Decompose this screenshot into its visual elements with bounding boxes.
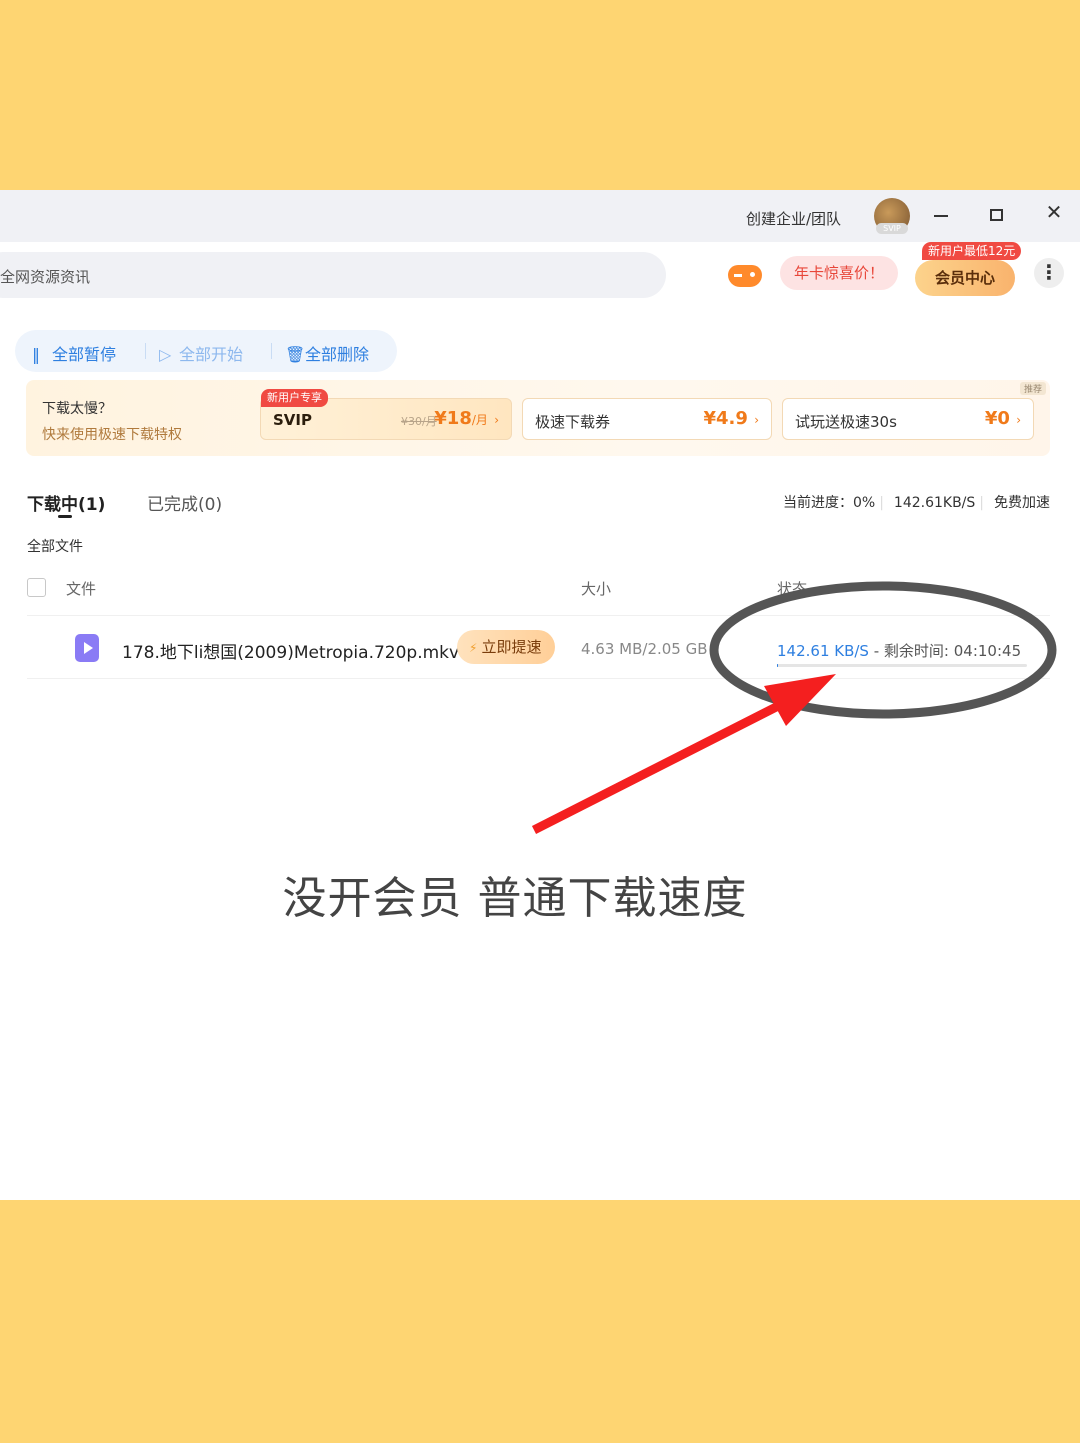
annotation-overlay: [531, 581, 1057, 835]
annotation-caption: 没开会员 普通下载速度: [282, 873, 748, 924]
red-arrow-head: [764, 674, 836, 726]
red-arrow-shaft: [531, 695, 793, 835]
download-manager-window: 创建企业/团队 SVIP ✕ 全网资源资讯 年卡惊喜价！ 会员中心 新用户最低1…: [0, 190, 1080, 1200]
highlight-circle: [709, 581, 1057, 719]
